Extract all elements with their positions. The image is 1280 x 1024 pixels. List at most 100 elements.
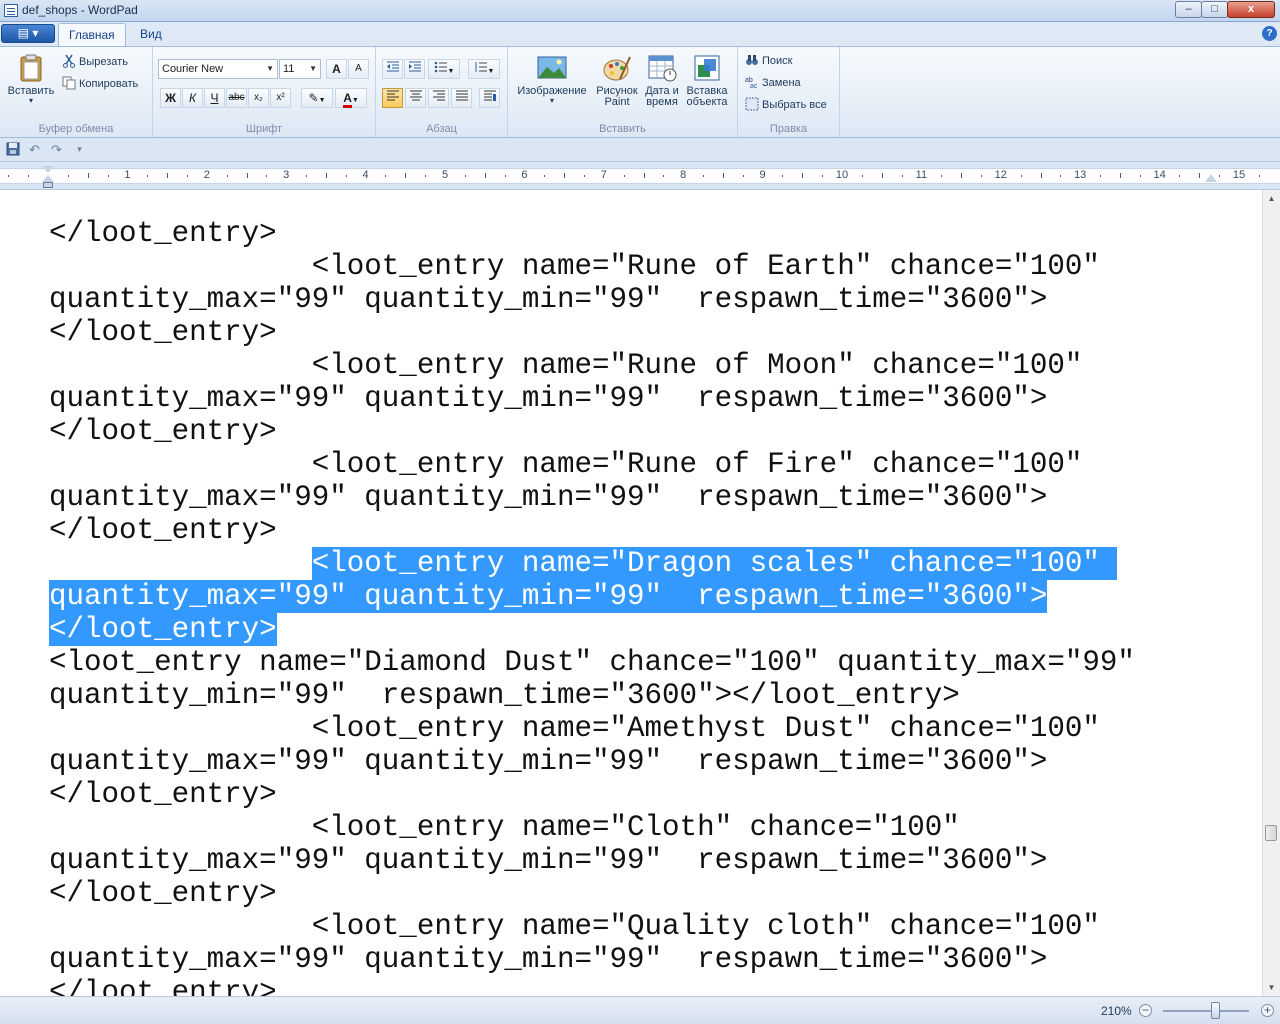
ruler-tick xyxy=(226,175,228,177)
scrollbar-thumb[interactable] xyxy=(1265,825,1277,841)
zoom-slider-track[interactable] xyxy=(1163,1010,1249,1012)
maximize-button[interactable]: □ xyxy=(1201,1,1228,18)
date-time-button[interactable]: Дата и время xyxy=(642,53,682,108)
insert-object-button[interactable]: Вставка объекта xyxy=(684,53,730,108)
subscript-button[interactable]: x₂ xyxy=(248,88,269,108)
superscript-button[interactable]: x² xyxy=(270,88,291,108)
paint-drawing-button[interactable]: Рисунок Paint xyxy=(594,53,640,108)
document-line: <loot_entry name="Cloth" chance="100" xyxy=(49,811,1135,844)
document-line: quantity_max="99" quantity_min="99" resp… xyxy=(49,745,1135,778)
selected-text: </loot_entry> xyxy=(49,613,277,646)
zoom-in-button[interactable]: + xyxy=(1261,1004,1274,1017)
ruler-number: 3 xyxy=(283,169,290,181)
ruler-tick xyxy=(1258,175,1260,177)
customize-toolbar-icon[interactable]: ▾ xyxy=(72,142,87,157)
ruler-tick xyxy=(405,173,407,178)
minimize-button[interactable]: – xyxy=(1175,1,1202,18)
left-indent-marker[interactable] xyxy=(43,182,53,188)
copy-button[interactable]: Копировать xyxy=(62,75,138,93)
ruler-tick xyxy=(961,173,963,178)
paragraph-settings-button[interactable] xyxy=(479,88,500,108)
line-text: quantity_max="99" quantity_min="99" resp… xyxy=(49,943,1048,976)
ruler-tick xyxy=(861,175,863,177)
paste-dropdown-icon: ▾ xyxy=(28,96,33,105)
first-line-indent-marker[interactable] xyxy=(42,166,54,173)
close-button[interactable]: x xyxy=(1227,1,1275,18)
line-text: quantity_max="99" quantity_min="99" resp… xyxy=(49,382,1048,415)
app-menu-button[interactable]: ▤ ▾ xyxy=(1,24,55,43)
vertical-scrollbar[interactable]: ▲ ▼ xyxy=(1262,190,1280,996)
undo-icon[interactable]: ↶ xyxy=(27,142,42,157)
save-icon[interactable] xyxy=(5,142,20,157)
document-line: </loot_entry> xyxy=(49,514,1135,547)
chevron-down-icon: ▼ xyxy=(318,97,326,104)
ruler-tick xyxy=(1179,175,1181,177)
ruler-tick xyxy=(1040,173,1042,178)
document-line: </loot_entry> xyxy=(49,217,1135,250)
line-text: <loot_entry name="Rune of Earth" chance=… xyxy=(49,250,1100,283)
document-line: </loot_entry> xyxy=(49,778,1135,811)
insert-picture-button[interactable]: Изображение ▾ xyxy=(514,53,590,105)
find-button[interactable]: Поиск xyxy=(745,52,792,70)
italic-button[interactable]: К xyxy=(182,88,203,108)
zoom-out-button[interactable]: − xyxy=(1139,1004,1152,1017)
cut-label: Вырезать xyxy=(79,56,128,68)
tab-home[interactable]: Главная xyxy=(58,23,126,46)
align-left-button[interactable] xyxy=(382,88,403,108)
replace-icon: ab ac xyxy=(745,75,759,90)
bullet-list-icon xyxy=(434,61,447,73)
align-right-button[interactable] xyxy=(428,88,449,108)
chevron-down-icon: ▼ xyxy=(487,68,495,75)
zoom-slider-thumb[interactable] xyxy=(1211,1002,1220,1019)
highlight-color-button[interactable]: ✎▼ xyxy=(301,88,333,108)
grow-font-button[interactable]: A xyxy=(326,59,347,79)
quick-access-toolbar: ↶ ↷ ▾ xyxy=(0,138,1280,162)
bullets-button[interactable]: ▼ xyxy=(428,59,460,79)
justify-button[interactable] xyxy=(451,88,472,108)
font-color-button[interactable]: A▼ xyxy=(335,88,367,108)
paste-button[interactable]: Вставить ▾ xyxy=(5,53,57,105)
document-text[interactable]: </loot_entry> <loot_entry name="Rune of … xyxy=(49,217,1135,996)
scissors-icon xyxy=(62,54,76,68)
ribbon-tab-row: ▤ ▾ Главная Вид ? xyxy=(0,22,1280,46)
highlighter-icon: ✎ xyxy=(308,91,319,105)
hanging-indent-marker[interactable] xyxy=(42,175,54,182)
tab-view[interactable]: Вид xyxy=(130,23,172,46)
ruler-number: 9 xyxy=(759,169,766,181)
replace-button[interactable]: ab ac Замена xyxy=(745,74,801,92)
right-indent-marker[interactable] xyxy=(1205,174,1217,182)
font-size-select[interactable]: 11 ▼ xyxy=(279,59,321,79)
window-title: def_shops - WordPad xyxy=(22,3,138,17)
ruler-tick xyxy=(28,175,30,177)
redo-icon[interactable]: ↷ xyxy=(49,142,64,157)
underline-button[interactable]: Ч xyxy=(204,88,225,108)
document-line: </loot_entry> xyxy=(49,415,1135,448)
ruler-tick xyxy=(306,175,308,177)
shrink-font-button[interactable]: A xyxy=(348,59,369,79)
select-all-button[interactable]: Выбрать все xyxy=(745,96,827,114)
scroll-down-arrow-icon[interactable]: ▼ xyxy=(1263,979,1280,996)
align-center-button[interactable] xyxy=(405,88,426,108)
line-text: <loot_entry name="Cloth" chance="100" xyxy=(49,811,960,844)
ruler[interactable]: 1 2 3 4 5 6 7 8 9 10 11 12 13 14 15 xyxy=(0,162,1280,190)
justify-icon xyxy=(455,90,468,101)
document-line: quantity_max="99" quantity_min="99" resp… xyxy=(49,283,1135,316)
decrease-indent-button[interactable] xyxy=(382,59,403,79)
line-spacing-button[interactable]: ▼ xyxy=(468,59,500,79)
ruler-tick xyxy=(464,175,466,177)
bold-button[interactable]: Ж xyxy=(160,88,181,108)
increase-indent-button[interactable] xyxy=(404,59,425,79)
strikethrough-button[interactable]: abc xyxy=(226,88,247,108)
document-area[interactable]: </loot_entry> <loot_entry name="Rune of … xyxy=(0,190,1262,996)
scroll-up-arrow-icon[interactable]: ▲ xyxy=(1263,190,1280,207)
ruler-number: 4 xyxy=(362,169,369,181)
indent-icon xyxy=(408,61,421,72)
insert-object-label-2: объекта xyxy=(686,96,728,108)
ruler-tick xyxy=(67,175,69,177)
document-line: <loot_entry name="Diamond Dust" chance="… xyxy=(49,646,1135,679)
cut-button[interactable]: Вырезать xyxy=(62,53,128,71)
font-family-select[interactable]: Courier New ▼ xyxy=(158,59,278,79)
ruler-number: 2 xyxy=(203,169,210,181)
document-line: quantity_max="99" quantity_min="99" resp… xyxy=(49,844,1135,877)
help-icon[interactable]: ? xyxy=(1262,26,1277,41)
